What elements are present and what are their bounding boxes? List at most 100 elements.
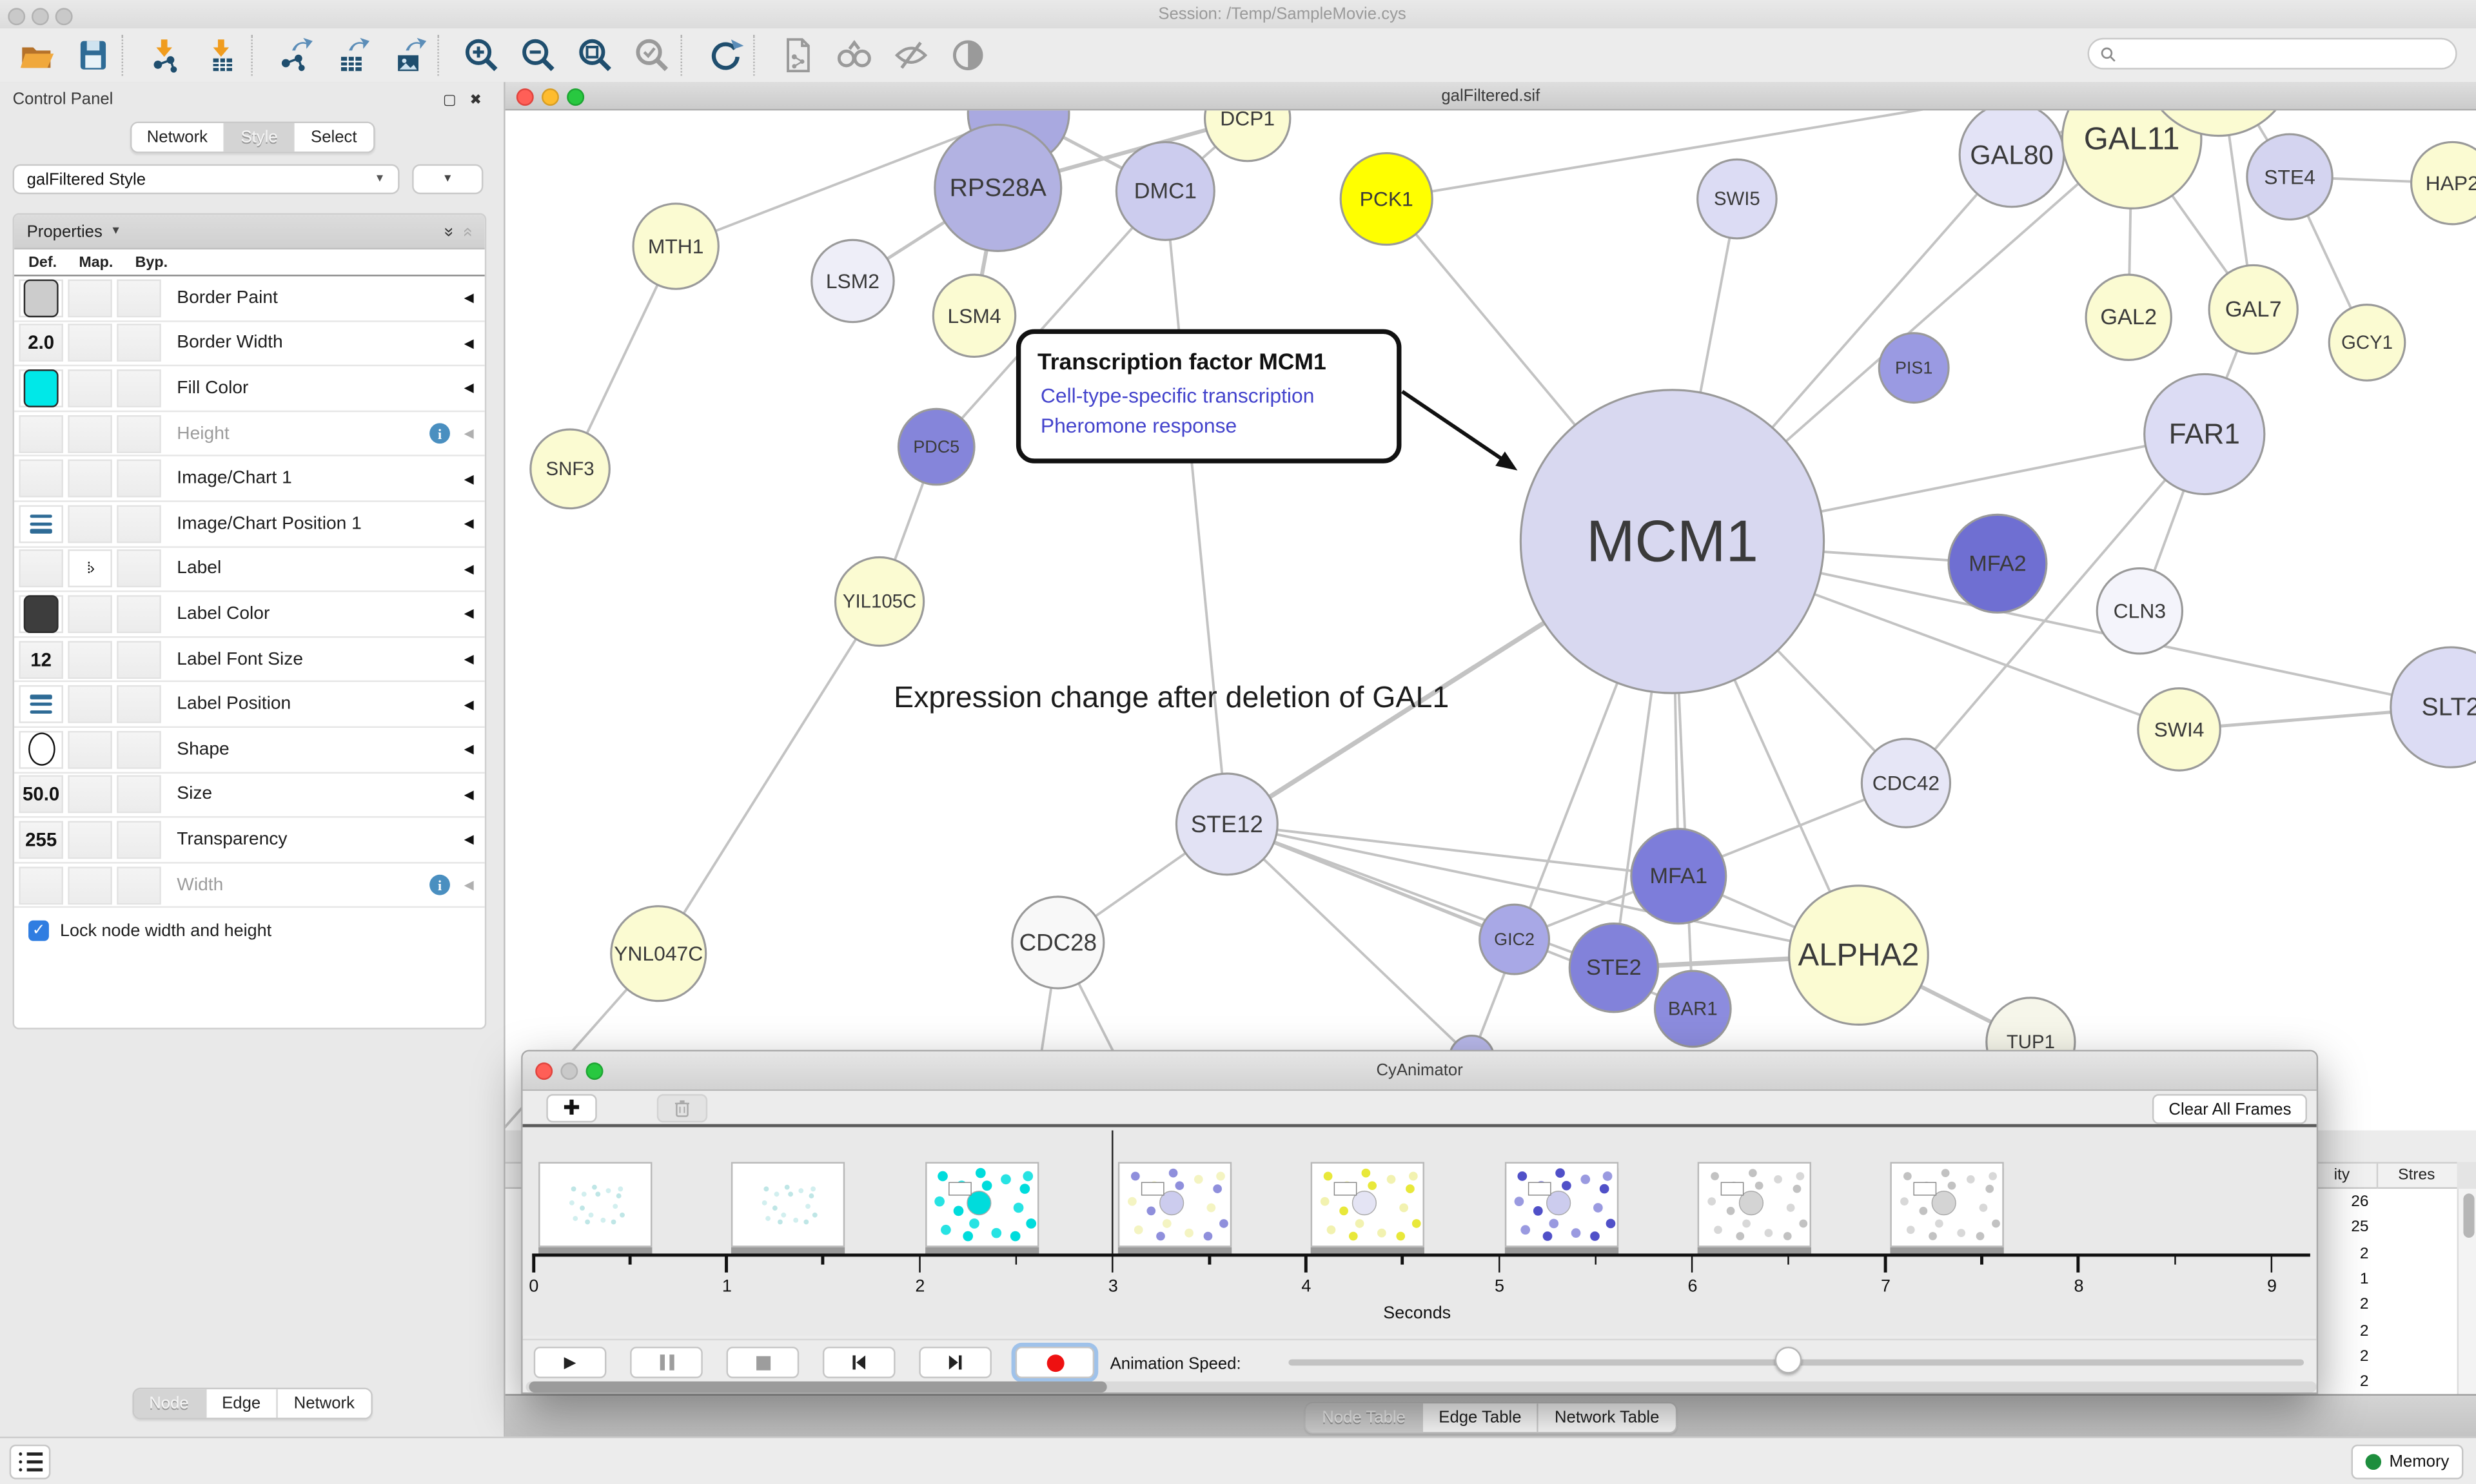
style-selector[interactable]: galFiltered Style ▼ (13, 164, 400, 195)
property-row-border-width[interactable]: 2.0Border Width◀ (14, 322, 485, 367)
property-row-label-color[interactable]: Label Color◀ (14, 592, 485, 638)
stop-button[interactable] (727, 1347, 800, 1378)
default-value-cell[interactable]: 12 (19, 640, 63, 678)
memory-button[interactable]: Memory (2352, 1445, 2464, 1479)
property-row-transparency[interactable]: 255Transparency◀ (14, 818, 485, 863)
lock-checkbox[interactable]: ✓ (28, 921, 49, 942)
clear-all-frames-button[interactable]: Clear All Frames (2153, 1094, 2307, 1124)
zoom-icon[interactable] (586, 1062, 604, 1080)
zoom-fit-button[interactable] (572, 35, 619, 76)
default-value-cell[interactable] (19, 595, 63, 633)
mapping-cell[interactable] (68, 866, 112, 904)
expand-all-icon[interactable]: » (438, 226, 457, 236)
default-value-cell[interactable] (19, 685, 63, 723)
expand-row-icon[interactable]: ◀ (464, 426, 474, 440)
bypass-cell[interactable] (117, 279, 161, 317)
info-icon[interactable]: i (429, 424, 450, 444)
expand-row-icon[interactable]: ◀ (464, 381, 474, 395)
property-row-image-chart-1[interactable]: Image/Chart 1◀ (14, 457, 485, 502)
bypass-cell[interactable] (117, 730, 161, 768)
export-image-button[interactable] (386, 35, 433, 76)
expand-row-icon[interactable]: ◀ (464, 833, 474, 847)
tab-network[interactable]: Network (131, 123, 225, 151)
expand-row-icon[interactable]: ◀ (464, 607, 474, 621)
tab-style[interactable]: Style (225, 123, 295, 151)
import-network-button[interactable] (142, 35, 189, 76)
style-target-tab-network[interactable]: Network (278, 1389, 370, 1418)
properties-header[interactable]: Properties ▼ » » (14, 215, 485, 249)
frame-thumbnail-5[interactable] (1504, 1162, 1618, 1247)
close-icon[interactable] (535, 1062, 553, 1080)
zoom-selected-button[interactable] (629, 35, 676, 76)
maximize-window-button[interactable] (55, 7, 73, 24)
tab-select[interactable]: Select (295, 123, 373, 151)
open-session-button[interactable] (13, 35, 60, 76)
bypass-cell[interactable] (117, 505, 161, 543)
default-value-cell[interactable] (19, 550, 63, 588)
hide-graphics-button[interactable] (887, 35, 934, 76)
frame-thumbnail-4[interactable] (1311, 1162, 1424, 1247)
property-row-label[interactable]: ⁞›Label◀ (14, 547, 485, 592)
default-value-cell[interactable]: 50.0 (19, 776, 63, 814)
mapping-cell[interactable] (68, 776, 112, 814)
mapping-cell[interactable] (68, 821, 112, 859)
lock-node-size-row[interactable]: ✓ Lock node width and height (14, 908, 485, 954)
close-icon[interactable] (516, 88, 534, 106)
save-session-button[interactable] (70, 35, 117, 76)
animation-timeline[interactable]: 0123456789Seconds (523, 1128, 2317, 1336)
default-value-cell[interactable] (19, 460, 63, 498)
table-column-stress[interactable]: Stres (2398, 1167, 2435, 1184)
property-row-shape[interactable]: Shape◀ (14, 728, 485, 773)
default-value-cell[interactable] (19, 415, 63, 453)
network-canvas[interactable]: RPS28ADCP1DMC1PCK1SWI5GAL80GAL11STE4HAP2… (506, 110, 2476, 1130)
bypass-cell[interactable] (117, 415, 161, 453)
collapse-all-icon[interactable]: » (458, 226, 477, 236)
mapping-cell[interactable] (68, 505, 112, 543)
table-scrollbar-thumb[interactable] (2462, 1193, 2473, 1238)
property-row-height[interactable]: Heighti◀ (14, 412, 485, 457)
frame-thumbnail-2[interactable] (925, 1162, 1038, 1247)
annotation-link[interactable]: Pheromone response (1041, 414, 1237, 437)
cyanimator-titlebar[interactable]: CyAnimator (523, 1051, 2317, 1091)
speed-slider-thumb[interactable] (1775, 1347, 1802, 1374)
zoom-out-button[interactable] (515, 35, 562, 76)
skip-to-end-button[interactable] (919, 1347, 992, 1378)
first-neighbors-button[interactable] (830, 35, 878, 76)
property-row-size[interactable]: 50.0Size◀ (14, 773, 485, 818)
frame-thumbnail-1[interactable] (732, 1162, 845, 1247)
property-row-label-font-size[interactable]: 12Label Font Size◀ (14, 638, 485, 683)
mapping-cell[interactable]: ⁞› (68, 550, 112, 588)
import-table-button[interactable] (199, 35, 246, 76)
play-button[interactable]: ▶ (534, 1347, 607, 1378)
bypass-cell[interactable] (117, 640, 161, 678)
float-panel-icon[interactable]: ▢ (443, 93, 457, 107)
close-window-button[interactable] (8, 7, 25, 24)
bypass-cell[interactable] (117, 550, 161, 588)
expand-row-icon[interactable]: ◀ (464, 561, 474, 576)
mapping-cell[interactable] (68, 369, 112, 407)
show-panels-button[interactable] (10, 1445, 51, 1479)
style-target-tab-edge[interactable]: Edge (206, 1389, 279, 1418)
add-frame-button[interactable]: ✚ (546, 1094, 596, 1122)
default-value-cell[interactable] (19, 279, 63, 317)
mapping-cell[interactable] (68, 279, 112, 317)
skip-to-start-button[interactable] (823, 1347, 896, 1378)
timeline-scrollbar-thumb[interactable] (529, 1381, 1106, 1392)
export-table-button[interactable] (328, 35, 375, 76)
mapping-cell[interactable] (68, 595, 112, 633)
mapping-cell[interactable] (68, 324, 112, 362)
expand-row-icon[interactable]: ◀ (464, 652, 474, 667)
show-graphics-button[interactable] (944, 35, 991, 76)
expand-row-icon[interactable]: ◀ (464, 878, 474, 892)
frame-thumbnail-6[interactable] (1697, 1162, 1811, 1247)
expand-row-icon[interactable]: ◀ (464, 698, 474, 712)
mapping-cell[interactable] (68, 640, 112, 678)
property-row-label-position[interactable]: Label Position◀ (14, 683, 485, 728)
pause-button[interactable] (630, 1347, 703, 1378)
default-value-cell[interactable] (19, 866, 63, 904)
default-value-cell[interactable] (19, 730, 63, 768)
default-value-cell[interactable]: 2.0 (19, 324, 63, 362)
default-value-cell[interactable] (19, 505, 63, 543)
annotation-box[interactable]: Transcription factor MCM1Cell-type-speci… (1019, 331, 1518, 471)
bypass-cell[interactable] (117, 821, 161, 859)
